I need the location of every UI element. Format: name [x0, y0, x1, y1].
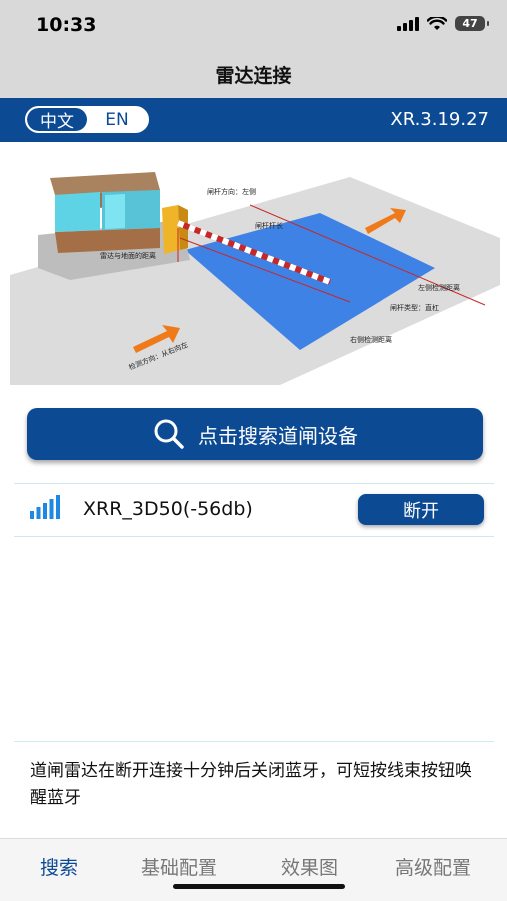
bluetooth-notice: 道闸雷达在断开连接十分钟后关闭蓝牙，可短按线束按钮唤醒蓝牙 — [30, 761, 472, 808]
barrier-cabinet-icon — [162, 205, 188, 254]
status-time: 10:33 — [36, 14, 97, 36]
label-radar-ground: 雷达与地面的距离 — [100, 251, 156, 260]
barrier-gate-illustration: 闸杆方向：左侧 闸杆杆长 雷达与地面的距离 左侧检测距离 闸杆类型：直杠 右侧检… — [10, 172, 500, 385]
guard-booth-icon — [50, 172, 160, 253]
label-boom-type: 闸杆类型：直杠 — [390, 303, 439, 312]
app-version: XR.3.19.27 — [390, 109, 489, 130]
signal-strength-icon — [30, 495, 60, 519]
tab-basic-config[interactable]: 基础配置 — [141, 853, 217, 880]
device-list-item[interactable]: XRR_3D50(-56db) 断开 — [14, 483, 494, 537]
battery-level: 47 — [462, 17, 478, 30]
label-left-distance: 左侧检测距离 — [418, 283, 460, 292]
page-title: 雷达连接 — [215, 64, 292, 87]
tab-effect-view[interactable]: 效果图 — [281, 853, 338, 880]
disconnect-button[interactable]: 断开 — [358, 494, 484, 525]
label-boom-length: 闸杆杆长 — [255, 221, 283, 230]
search-devices-button[interactable]: 点击搜索道闸设备 — [27, 408, 483, 460]
label-boom-direction: 闸杆方向：左侧 — [207, 187, 256, 196]
signal-bars-icon — [397, 16, 419, 31]
lang-option-chinese[interactable]: 中文 — [27, 108, 87, 131]
search-button-label: 点击搜索道闸设备 — [198, 423, 358, 448]
status-bar: 10:33 47 — [0, 0, 507, 50]
notice-divider — [14, 741, 494, 742]
nav-bar: 雷达连接 — [0, 50, 507, 98]
device-name: XRR_3D50(-56db) — [83, 498, 253, 520]
wifi-icon — [427, 16, 447, 30]
header-bar: 中文 EN XR.3.19.27 — [0, 98, 507, 142]
lang-option-english[interactable]: EN — [87, 108, 147, 131]
search-icon — [154, 419, 184, 449]
label-right-distance: 右侧检测距离 — [350, 335, 392, 344]
tab-bar: 搜索 基础配置 效果图 高级配置 — [0, 838, 507, 901]
home-indicator — [173, 884, 345, 889]
tab-advanced-config[interactable]: 高级配置 — [395, 853, 471, 880]
tab-search[interactable]: 搜索 — [40, 853, 78, 880]
battery-icon: 47 — [455, 16, 489, 31]
status-icons: 47 — [397, 16, 489, 31]
language-toggle[interactable]: 中文 EN — [25, 106, 149, 133]
